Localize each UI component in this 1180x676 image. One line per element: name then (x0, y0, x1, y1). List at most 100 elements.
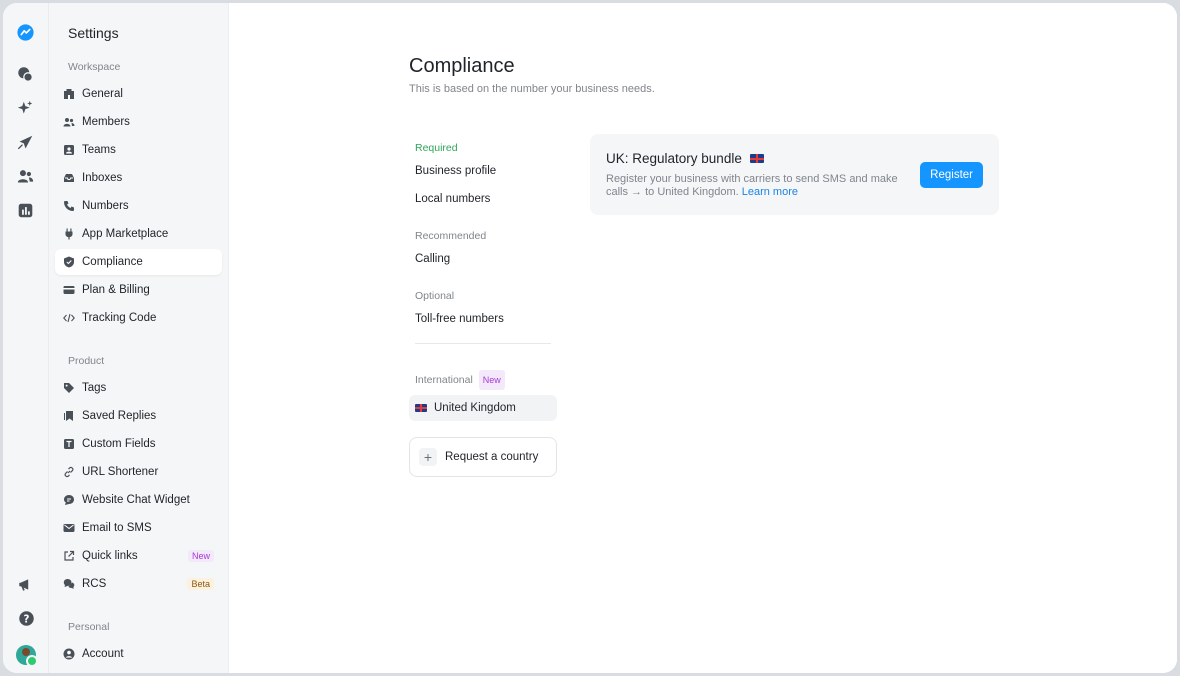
sidebar-item-tracking-code[interactable]: Tracking Code (55, 305, 222, 331)
icon-rail: ? (3, 3, 49, 673)
campaign-icon[interactable] (15, 131, 37, 153)
mail-icon (62, 521, 76, 535)
bookmark-icon (62, 409, 76, 423)
contacts-icon[interactable] (15, 165, 37, 187)
recommended-label: Recommended (415, 230, 487, 242)
rcs-icon (62, 577, 76, 591)
account-icon (62, 647, 76, 661)
request-country-label: Request a country (445, 451, 539, 463)
sidebar-item-account[interactable]: Account (55, 641, 222, 667)
subnav-item-united-kingdom[interactable]: United Kingdom (409, 395, 557, 421)
sidebar-item-label: App Marketplace (82, 228, 169, 240)
sidebar-title: Settings (68, 25, 119, 41)
sidebar-item-label: RCS (82, 578, 107, 590)
compliance-subnav: Required Business profile Local numbers … (409, 139, 557, 477)
settings-sidebar: Settings Workspace General Members Teams… (49, 3, 229, 673)
optional-label: Optional (415, 290, 455, 302)
sidebar-item-app-marketplace[interactable]: App Marketplace (55, 221, 222, 247)
analytics-icon[interactable] (15, 199, 37, 221)
megaphone-icon[interactable] (15, 573, 37, 595)
workspace-nav: General Members Teams Inboxes Numbers Ap… (55, 81, 222, 331)
sidebar-item-compliance[interactable]: Compliance (55, 249, 222, 275)
inbox-icon (62, 171, 76, 185)
card-icon (62, 283, 76, 297)
uk-flag-icon (749, 154, 764, 163)
sidebar-item-custom-fields[interactable]: Custom Fields (55, 431, 222, 457)
link-icon (62, 465, 76, 479)
sidebar-item-website-chat-widget[interactable]: Website Chat Widget (55, 487, 222, 513)
chat-icon[interactable] (15, 63, 37, 85)
svg-text:?: ? (23, 614, 29, 625)
sidebar-item-label: Compliance (82, 256, 143, 268)
phone-icon (62, 199, 76, 213)
uk-flag-icon (415, 404, 427, 412)
sidebar-item-url-shortener[interactable]: URL Shortener (55, 459, 222, 485)
sidebar-item-numbers[interactable]: Numbers (55, 193, 222, 219)
sidebar-item-inboxes[interactable]: Inboxes (55, 165, 222, 191)
subnav-item-calling[interactable]: Calling (409, 245, 557, 273)
sidebar-item-label: Tracking Code (82, 312, 157, 324)
main-content: Compliance This is based on the number y… (229, 3, 1177, 673)
sidebar-item-tags[interactable]: Tags (55, 375, 222, 401)
divider (415, 343, 551, 371)
help-icon[interactable]: ? (15, 607, 37, 629)
section-label-product: Product (68, 355, 105, 367)
shield-icon (62, 255, 76, 269)
new-badge: New (478, 370, 505, 390)
page-title: Compliance (409, 55, 515, 77)
sparkle-icon[interactable] (15, 97, 37, 119)
plug-icon (62, 227, 76, 241)
sidebar-item-members[interactable]: Members (55, 109, 222, 135)
international-label: International New (409, 370, 557, 390)
sidebar-item-label: Tags (82, 382, 107, 394)
tag-icon (62, 381, 76, 395)
sidebar-item-label: URL Shortener (82, 466, 159, 478)
sidebar-item-label: Custom Fields (82, 438, 156, 450)
card-title-text: UK: Regulatory bundle (606, 151, 742, 166)
regulatory-bundle-card: UK: Regulatory bundle Register your busi… (590, 134, 999, 215)
sidebar-item-plan-billing[interactable]: Plan & Billing (55, 277, 222, 303)
chat-bubble-icon (62, 493, 76, 507)
sidebar-item-label: Quick links (82, 550, 138, 562)
sidebar-item-quick-links[interactable]: Quick links New (55, 543, 222, 569)
card-description: Register your business with carriers to … (606, 173, 916, 199)
sidebar-item-label: Teams (82, 144, 116, 156)
logo-icon[interactable] (15, 21, 37, 43)
sidebar-item-label: Numbers (82, 200, 129, 212)
sidebar-item-label: Website Chat Widget (82, 494, 190, 506)
learn-more-link[interactable]: Learn more (742, 186, 798, 198)
sidebar-item-rcs[interactable]: RCS Beta (55, 571, 222, 597)
sidebar-item-label: Saved Replies (82, 410, 157, 422)
building-icon (62, 87, 76, 101)
sidebar-item-label: Plan & Billing (82, 284, 150, 296)
beta-badge: Beta (187, 578, 214, 590)
sidebar-item-general[interactable]: General (55, 81, 222, 107)
personal-nav: Account (55, 641, 222, 667)
subnav-item-business-profile[interactable]: Business profile (409, 157, 557, 185)
user-avatar[interactable] (16, 645, 38, 667)
sidebar-item-teams[interactable]: Teams (55, 137, 222, 163)
sidebar-item-label: General (82, 88, 123, 100)
app-window: ? Settings Workspace General Members Tea… (3, 3, 1177, 673)
sidebar-item-email-to-sms[interactable]: Email to SMS (55, 515, 222, 541)
text-field-icon (62, 437, 76, 451)
register-button[interactable]: Register (920, 162, 983, 188)
section-label-personal: Personal (68, 621, 110, 633)
members-icon (62, 115, 76, 129)
sidebar-item-label: Email to SMS (82, 522, 152, 534)
external-link-icon (62, 549, 76, 563)
sidebar-item-label: Members (82, 116, 130, 128)
teams-icon (62, 143, 76, 157)
sidebar-item-saved-replies[interactable]: Saved Replies (55, 403, 222, 429)
request-country-button[interactable]: + Request a country (409, 437, 557, 477)
sidebar-item-label: Account (82, 648, 124, 660)
section-label-workspace: Workspace (68, 61, 121, 73)
subnav-item-local-numbers[interactable]: Local numbers (409, 185, 557, 213)
country-label: United Kingdom (434, 402, 516, 414)
subnav-item-toll-free-numbers[interactable]: Toll-free numbers (409, 305, 557, 333)
code-icon (62, 311, 76, 325)
new-badge: New (187, 550, 214, 562)
page-subtitle: This is based on the number your busines… (409, 83, 655, 95)
international-label-text: International (415, 374, 473, 386)
plus-icon: + (419, 448, 437, 466)
